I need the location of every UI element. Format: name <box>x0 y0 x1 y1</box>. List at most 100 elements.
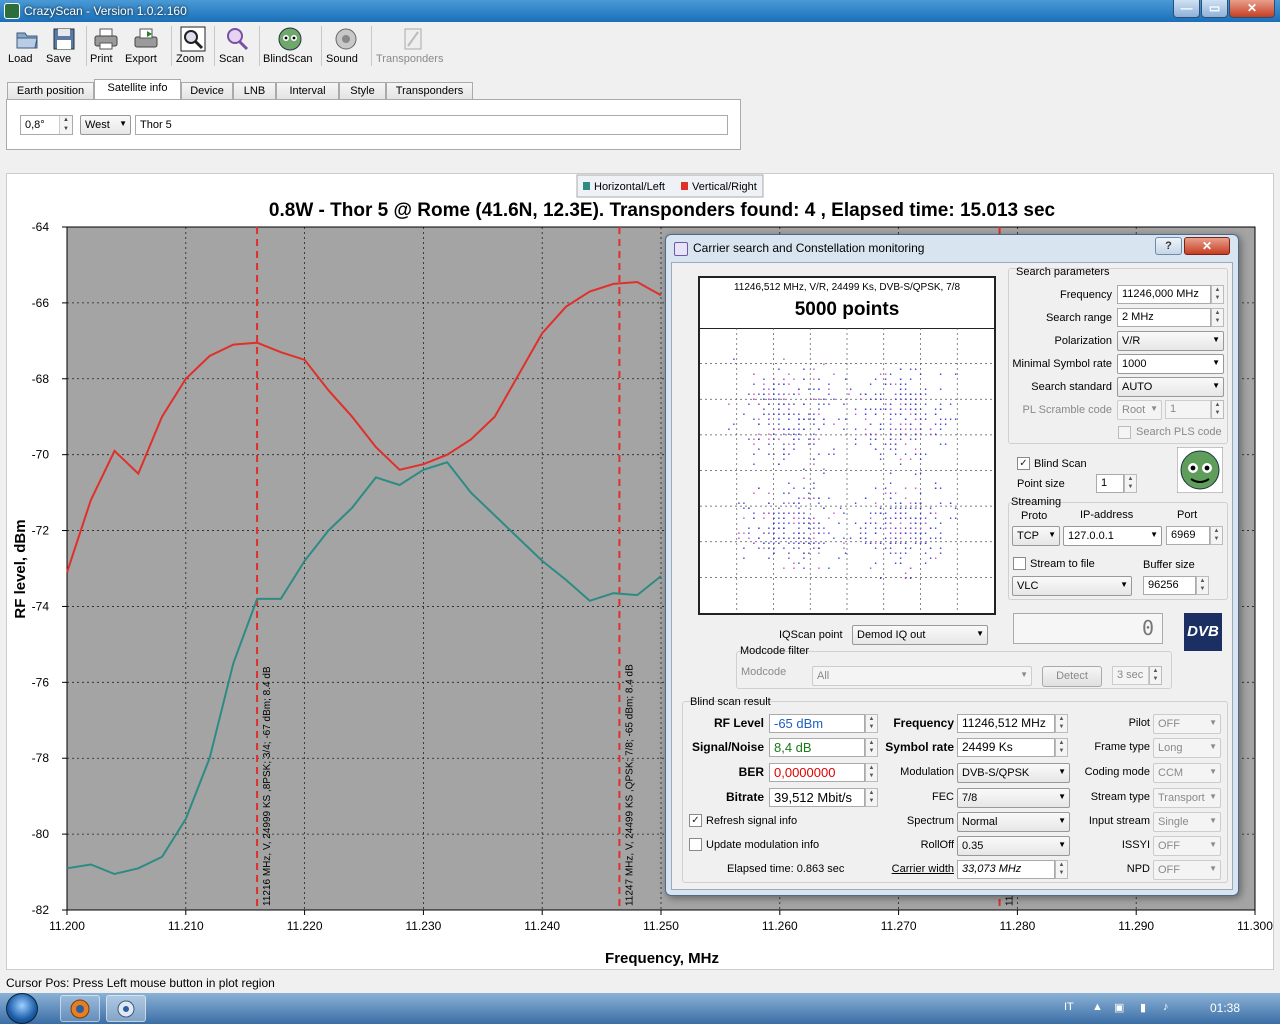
pl-scramble-select[interactable]: Root ▼ <box>1117 400 1162 420</box>
constellation-point <box>763 398 765 400</box>
print-button[interactable]: Print <box>90 24 122 68</box>
spectrum-select[interactable]: Normal ▼ <box>957 812 1070 832</box>
detect-time-input[interactable]: 3 sec <box>1112 666 1149 685</box>
refresh-signal-label: Refresh signal info <box>706 815 798 827</box>
satellite-name-input[interactable]: Thor 5 <box>135 115 728 135</box>
sound-button[interactable]: Sound <box>326 24 366 68</box>
carrier-width-link[interactable]: Carrier width <box>872 863 954 875</box>
crazyscan-taskbar-icon[interactable] <box>106 995 146 1022</box>
help-button[interactable]: ? <box>1155 237 1182 255</box>
tray-network-icon[interactable]: ▣ <box>1114 1001 1124 1014</box>
constellation-point <box>884 547 887 549</box>
point-size-spin-icon[interactable]: ▲ ▼ <box>1124 474 1137 493</box>
buffer-size-input[interactable]: 96256 <box>1143 576 1196 595</box>
constellation-point <box>859 527 862 529</box>
minimize-button[interactable]: — <box>1173 0 1200 18</box>
constellation-view[interactable]: 11246,512 MHz, V/R, 24499 Ks, DVB-S/QPSK… <box>698 276 996 615</box>
close-button[interactable]: ✕ <box>1229 0 1275 18</box>
constellation-point <box>929 512 932 514</box>
buffer-size-spin-icon[interactable]: ▲ ▼ <box>1196 576 1209 595</box>
port-spin-icon[interactable]: ▲ ▼ <box>1210 526 1223 545</box>
detect-time-spin-icon[interactable]: ▲ ▼ <box>1149 666 1162 685</box>
clock[interactable]: 01:38 <box>1210 1001 1240 1015</box>
load-button[interactable]: Load <box>8 24 46 68</box>
pilot-select[interactable]: OFF ▼ <box>1153 714 1221 734</box>
modulation-select[interactable]: DVB-S/QPSK ▼ <box>957 763 1070 783</box>
refresh-signal-checkbox[interactable]: ✓ <box>689 814 702 827</box>
constellation-point <box>793 393 795 395</box>
start-button[interactable] <box>6 993 38 1024</box>
stream-to-file-checkbox[interactable] <box>1013 557 1026 570</box>
constellation-point <box>869 443 872 445</box>
search-range-input[interactable]: 2 MHz <box>1117 308 1211 327</box>
constellation-point <box>818 497 820 499</box>
blind-scan-checkbox[interactable]: ✓ <box>1017 457 1030 470</box>
search-pls-checkbox[interactable] <box>1118 426 1131 439</box>
tab-earth-position[interactable]: Earth position <box>7 82 94 100</box>
polarization-select[interactable]: V/R ▼ <box>1117 331 1224 351</box>
input-stream-select[interactable]: Single ▼ <box>1153 812 1221 832</box>
result-symbol-rate-spin-icon[interactable]: ▲ ▼ <box>1055 738 1068 757</box>
constellation-point <box>838 418 840 420</box>
port-input[interactable]: 6969 <box>1166 526 1210 545</box>
dialog-close-button[interactable]: ✕ <box>1184 237 1230 255</box>
search-standard-select[interactable]: AUTO ▼ <box>1117 377 1224 397</box>
coding-mode-select[interactable]: CCM ▼ <box>1153 763 1221 783</box>
issyi-select[interactable]: OFF ▼ <box>1153 836 1221 856</box>
constellation-point <box>828 388 830 390</box>
constellation-point <box>904 552 907 554</box>
constellation-point <box>879 398 882 400</box>
blindscan-button[interactable]: BlindScan <box>263 24 317 68</box>
ip-address-select[interactable]: 127.0.0.1 ▼ <box>1063 526 1162 546</box>
constellation-point <box>904 393 907 395</box>
tab-interval[interactable]: Interval <box>276 82 339 100</box>
signal-bars-icon[interactable]: ▮ <box>1140 1001 1146 1014</box>
export-button[interactable]: Export <box>125 24 167 68</box>
tab-satellite-info[interactable]: Satellite info <box>94 79 181 100</box>
search-range-spin-icon[interactable]: ▲ ▼ <box>1211 308 1224 327</box>
volume-icon[interactable]: ♪ <box>1163 1001 1169 1013</box>
transponders-button[interactable]: Transponders <box>376 24 450 68</box>
scan-button[interactable]: Scan <box>219 24 255 68</box>
tab-device[interactable]: Device <box>181 82 233 100</box>
tab-transponders[interactable]: Transponders <box>386 82 473 100</box>
constellation-point <box>843 547 845 549</box>
language-indicator[interactable]: IT <box>1064 1001 1074 1013</box>
tray-arrow-icon[interactable]: ▲ <box>1092 1001 1103 1013</box>
player-select[interactable]: VLC ▼ <box>1012 576 1132 596</box>
spin-arrows-icon[interactable]: ▲ ▼ <box>59 116 72 134</box>
npd-select[interactable]: OFF ▼ <box>1153 860 1221 880</box>
save-button[interactable]: Save <box>46 24 82 68</box>
tab-lnb[interactable]: LNB <box>233 82 276 100</box>
tab-style[interactable]: Style <box>339 82 386 100</box>
modcode-select[interactable]: All ▼ <box>812 666 1032 686</box>
frame-type-select[interactable]: Long ▼ <box>1153 738 1221 758</box>
direction-select[interactable]: West ▼ <box>80 115 131 135</box>
constellation-point <box>934 433 937 435</box>
carrier-width-spin-icon[interactable]: ▲ ▼ <box>1055 860 1068 879</box>
update-modulation-checkbox[interactable] <box>689 838 702 851</box>
min-symbol-rate-select[interactable]: 1000 ▼ <box>1117 354 1224 374</box>
frequency-input[interactable]: 11246,000 MHz <box>1117 285 1211 304</box>
result-frequency-spin-icon[interactable]: ▲ ▼ <box>1055 714 1068 733</box>
detect-button[interactable]: Detect <box>1042 666 1102 687</box>
iqscan-select[interactable]: Demod IQ out ▼ <box>852 625 988 645</box>
chevron-down-icon: ▼ <box>1058 840 1066 849</box>
frequency-spin-icon[interactable]: ▲ ▼ <box>1211 285 1224 304</box>
point-size-input[interactable]: 1 <box>1096 474 1124 493</box>
satellite-position-spinbox[interactable]: 0,8° ▲ ▼ <box>20 115 73 135</box>
rolloff-select[interactable]: 0.35 ▼ <box>957 836 1070 856</box>
maximize-button[interactable]: ▭ <box>1201 0 1228 18</box>
modulation-label: Modulation <box>900 766 954 778</box>
constellation-point <box>803 537 805 539</box>
constellation-point <box>914 527 917 529</box>
stream-type-select[interactable]: Transport ▼ <box>1153 788 1221 808</box>
proto-select[interactable]: TCP ▼ <box>1012 526 1060 546</box>
fec-select[interactable]: 7/8 ▼ <box>957 788 1070 808</box>
constellation-point <box>894 512 897 514</box>
zoom-button[interactable]: Zoom <box>176 24 210 68</box>
pl-scramble-spin-icon[interactable]: ▲ ▼ <box>1211 400 1224 419</box>
constellation-point <box>743 502 745 504</box>
firefox-taskbar-icon[interactable] <box>60 995 100 1022</box>
pl-scramble-input[interactable]: 1 <box>1165 400 1211 419</box>
